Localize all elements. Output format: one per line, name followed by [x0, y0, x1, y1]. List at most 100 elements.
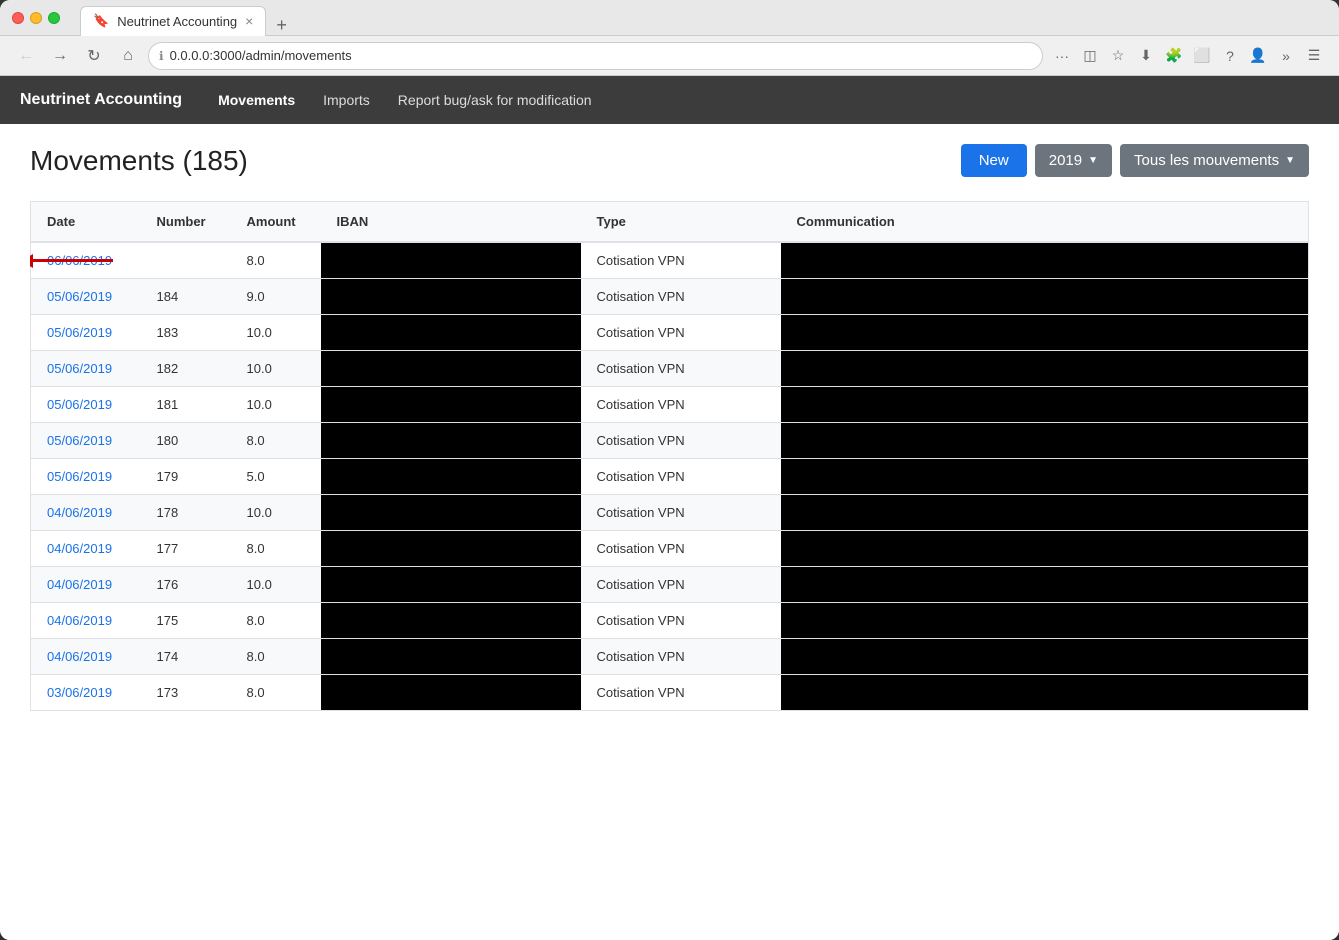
bookmark-button[interactable]: ☆	[1105, 43, 1131, 69]
col-header-amount: Amount	[231, 202, 321, 243]
date-link[interactable]: 04/06/2019	[47, 613, 112, 628]
nav-imports[interactable]: Imports	[311, 86, 382, 114]
cell-type: Cotisation VPN	[581, 459, 781, 495]
date-link[interactable]: 05/06/2019	[47, 469, 112, 484]
date-link[interactable]: 05/06/2019	[47, 433, 112, 448]
col-header-type: Type	[581, 202, 781, 243]
table-header: Date Number Amount IBAN Type Communicati…	[31, 202, 1309, 243]
nav-movements[interactable]: Movements	[206, 86, 307, 114]
date-link[interactable]: 04/06/2019	[47, 577, 112, 592]
help-button[interactable]: ?	[1217, 43, 1243, 69]
cell-communication	[781, 279, 1309, 315]
cell-number: 179	[141, 459, 231, 495]
page-header: Movements (185) New 2019 ▼ Tous les mouv…	[30, 144, 1309, 177]
main-content: Movements (185) New 2019 ▼ Tous les mouv…	[0, 124, 1339, 940]
cell-amount: 9.0	[231, 279, 321, 315]
cell-number	[141, 242, 231, 279]
cell-number: 180	[141, 423, 231, 459]
cell-communication	[781, 315, 1309, 351]
cell-iban	[321, 459, 581, 495]
minimize-button[interactable]	[30, 12, 42, 24]
year-filter-button[interactable]: 2019 ▼	[1035, 144, 1112, 177]
forward-button[interactable]: →	[46, 42, 74, 70]
new-button[interactable]: New	[961, 144, 1027, 177]
download-button[interactable]: ⬇	[1133, 43, 1159, 69]
split-view-button[interactable]: ⬜	[1189, 43, 1215, 69]
active-tab[interactable]: 🔖 Neutrinet Accounting ×	[80, 6, 266, 36]
profile-button[interactable]: 👤	[1245, 43, 1271, 69]
date-link[interactable]: 05/06/2019	[47, 325, 112, 340]
cell-type: Cotisation VPN	[581, 387, 781, 423]
cell-number: 175	[141, 603, 231, 639]
table-row: 06/06/20198.0 Cotisation VPN	[31, 242, 1309, 279]
cell-type: Cotisation VPN	[581, 603, 781, 639]
cell-type: Cotisation VPN	[581, 567, 781, 603]
cell-communication	[781, 351, 1309, 387]
cell-amount: 8.0	[231, 603, 321, 639]
nav-actions: ··· ◫ ☆ ⬇ 🧩 ⬜ ? 👤 » ☰	[1049, 43, 1327, 69]
cell-date: 04/06/2019	[31, 639, 141, 675]
cell-iban	[321, 495, 581, 531]
cell-date: 04/06/2019	[31, 603, 141, 639]
cell-iban	[321, 351, 581, 387]
cell-amount: 10.0	[231, 315, 321, 351]
reload-button[interactable]: ↻	[80, 42, 108, 70]
cell-iban	[321, 387, 581, 423]
table-body: 06/06/20198.0 Cotisation VPN 05/06/20191…	[31, 242, 1309, 711]
date-link[interactable]: 04/06/2019	[47, 505, 112, 520]
cell-type: Cotisation VPN	[581, 639, 781, 675]
cell-communication	[781, 423, 1309, 459]
date-link[interactable]: 04/06/2019	[47, 649, 112, 664]
table-row: 05/06/201918210.0 Cotisation VPN	[31, 351, 1309, 387]
date-link[interactable]: 04/06/2019	[47, 541, 112, 556]
date-link[interactable]: 05/06/2019	[47, 397, 112, 412]
date-link[interactable]: 05/06/2019	[47, 361, 112, 376]
maximize-button[interactable]	[48, 12, 60, 24]
date-link[interactable]: 06/06/2019	[47, 253, 112, 268]
cell-number: 181	[141, 387, 231, 423]
extensions-button[interactable]: 🧩	[1161, 43, 1187, 69]
cell-number: 177	[141, 531, 231, 567]
home-button[interactable]: ⌂	[114, 42, 142, 70]
date-link[interactable]: 05/06/2019	[47, 289, 112, 304]
app-nav: Movements Imports Report bug/ask for mod…	[206, 86, 603, 114]
cell-type: Cotisation VPN	[581, 675, 781, 711]
movements-filter-button[interactable]: Tous les mouvements ▼	[1120, 144, 1309, 177]
cell-date: 04/06/2019	[31, 495, 141, 531]
address-bar[interactable]: ℹ 0.0.0.0:3000/admin/movements	[148, 42, 1043, 70]
traffic-lights	[12, 12, 60, 24]
table-wrapper: Date Number Amount IBAN Type Communicati…	[30, 201, 1309, 711]
cell-type: Cotisation VPN	[581, 315, 781, 351]
cell-amount: 8.0	[231, 423, 321, 459]
cell-communication	[781, 567, 1309, 603]
cell-number: 173	[141, 675, 231, 711]
cell-amount: 5.0	[231, 459, 321, 495]
filter-caret-icon: ▼	[1285, 155, 1295, 166]
browser-window: 🔖 Neutrinet Accounting × + ← → ↻ ⌂ ℹ 0.0…	[0, 0, 1339, 940]
close-button[interactable]	[12, 12, 24, 24]
cell-iban	[321, 315, 581, 351]
back-button[interactable]: ←	[12, 42, 40, 70]
cell-type: Cotisation VPN	[581, 495, 781, 531]
arrow-head-icon	[30, 254, 33, 268]
overflow-button[interactable]: »	[1273, 43, 1299, 69]
col-header-number: Number	[141, 202, 231, 243]
tab-close-button[interactable]: ×	[245, 13, 253, 29]
cell-date: 06/06/2019	[31, 242, 141, 279]
menu-button[interactable]: ☰	[1301, 43, 1327, 69]
cell-amount: 10.0	[231, 351, 321, 387]
col-header-date: Date	[31, 202, 141, 243]
filter-label: Tous les mouvements	[1134, 152, 1279, 169]
date-link[interactable]: 03/06/2019	[47, 685, 112, 700]
cell-communication	[781, 675, 1309, 711]
new-tab-button[interactable]: +	[270, 15, 293, 36]
cell-communication	[781, 495, 1309, 531]
reader-mode-button[interactable]: ◫	[1077, 43, 1103, 69]
table-row: 05/06/20191808.0 Cotisation VPN	[31, 423, 1309, 459]
more-button[interactable]: ···	[1049, 43, 1075, 69]
url-text: 0.0.0.0:3000/admin/movements	[170, 48, 352, 63]
cell-date: 04/06/2019	[31, 531, 141, 567]
nav-report-bug[interactable]: Report bug/ask for modification	[386, 86, 604, 114]
table-row: 04/06/20191778.0 Cotisation VPN	[31, 531, 1309, 567]
table-row: 04/06/201917610.0 Cotisation VPN	[31, 567, 1309, 603]
